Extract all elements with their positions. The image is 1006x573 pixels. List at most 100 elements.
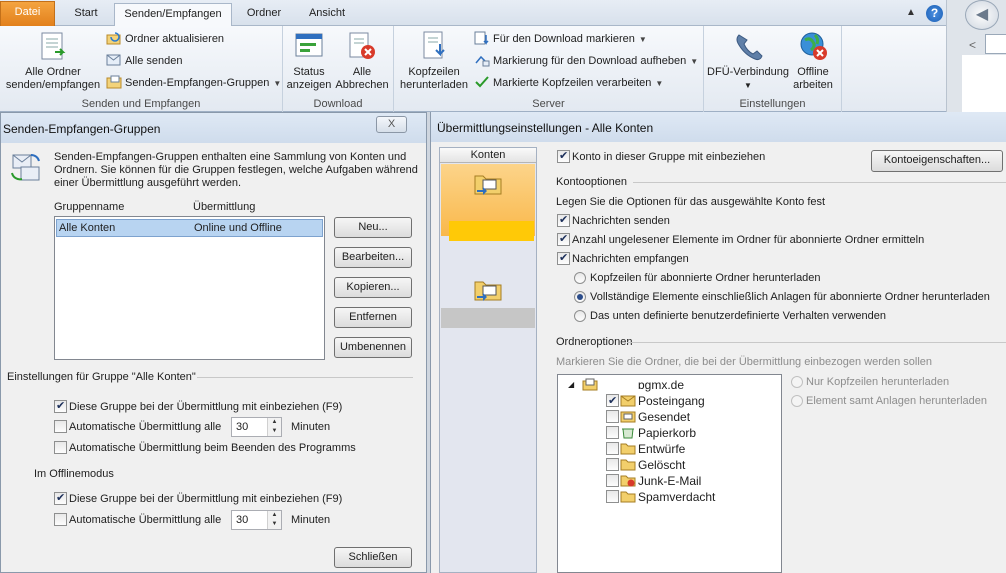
update-folder-button[interactable]: Ordner aktualisieren	[106, 30, 224, 48]
offline-minutes-stepper[interactable]: 30 ▲ ▼	[231, 510, 282, 530]
folder-options-hint: Markieren Sie die Ordner, die bei der Üb…	[556, 356, 933, 368]
copy-button[interactable]: Kopieren...	[334, 277, 412, 298]
divider	[197, 377, 413, 378]
unmark-download-icon	[474, 53, 490, 67]
offline-auto-transfer-checkbox[interactable]	[54, 513, 67, 526]
ribbon: Alle Ordner senden/empfangen Ordner aktu…	[0, 26, 946, 112]
send-receive-groups-dialog: Senden-Empfangen-Gruppen X Senden-Empfan…	[0, 112, 427, 573]
send-mail-checkbox[interactable]	[557, 213, 570, 227]
rename-button[interactable]: Umbenennen	[334, 337, 412, 358]
remove-button[interactable]: Entfernen	[334, 307, 412, 328]
account-properties-button[interactable]: Kontoeigenschaften...	[871, 150, 1003, 172]
inbox-icon	[620, 394, 636, 407]
folder-headers-only-radio[interactable]	[791, 376, 803, 388]
folder-checkbox[interactable]	[606, 442, 619, 455]
tab-senden-empfangen[interactable]: Senden/Empfangen	[114, 3, 232, 27]
list-item[interactable]: Alle Konten Online und Offline	[56, 219, 323, 237]
dialog-description: Senden-Empfangen-Gruppen enthalten eine …	[54, 151, 418, 190]
back-arrow-icon[interactable]: ◀	[965, 0, 999, 30]
divider	[627, 342, 1006, 343]
expand-icon[interactable]: ◢	[568, 377, 574, 393]
tab-datei[interactable]: Datei	[0, 1, 55, 26]
account-folder-icon	[473, 276, 503, 302]
folder-item-papierkorb[interactable]: Papierkorb	[606, 425, 776, 441]
collapse-ribbon-icon[interactable]: ▲	[904, 5, 918, 21]
show-status-button[interactable]: Status anzeigen	[286, 28, 332, 92]
headers-only-radio[interactable]	[574, 272, 586, 284]
download-headers-button[interactable]: Kopfzeilen herunterladen	[398, 28, 470, 92]
account-folder-icon	[473, 170, 503, 196]
work-offline-label: Offline arbeiten	[793, 66, 833, 91]
folder-item-entwuerfe[interactable]: Entwürfe	[606, 441, 776, 457]
folder-checkbox[interactable]	[606, 393, 619, 409]
sent-icon	[620, 410, 636, 423]
folder-checkbox[interactable]	[606, 458, 619, 471]
offline-mode-header: Im Offlinemodus	[34, 468, 114, 480]
tab-start[interactable]: Start	[61, 3, 111, 26]
account-item-selected[interactable]	[441, 164, 535, 241]
folder-checkbox[interactable]	[606, 410, 619, 423]
folder-item-junk[interactable]: Junk-E-Mail	[606, 473, 776, 489]
offline-include-group-checkbox[interactable]	[54, 491, 67, 505]
receive-mail-checkbox[interactable]	[557, 251, 570, 265]
tab-ansicht[interactable]: Ansicht	[297, 3, 357, 26]
unmark-download-button[interactable]: Markierung für den Download aufheben ▼	[474, 52, 698, 70]
update-folder-label: Ordner aktualisieren	[125, 33, 225, 45]
accounts-header: Konten	[440, 148, 536, 163]
include-account-checkbox[interactable]	[557, 149, 570, 163]
folder-full-items-radio[interactable]	[791, 395, 803, 407]
group-settings: DFÜ-Verbindung ▼ Offline arbeiten Einste…	[704, 26, 842, 112]
folder-label: Junk-E-Mail	[638, 474, 702, 488]
mark-download-button[interactable]: Für den Download markieren ▼	[474, 30, 647, 48]
minutes-value: 30	[236, 421, 249, 433]
browser-tab[interactable]	[985, 34, 1006, 54]
send-receive-groups-button[interactable]: Senden-Empfangen-Gruppen ▼	[106, 74, 281, 92]
folder-label: Posteingang	[638, 394, 705, 408]
edit-button[interactable]: Bearbeiten...	[334, 247, 412, 268]
full-items-radio[interactable]	[574, 291, 586, 303]
send-mail-label: Nachrichten senden	[572, 215, 670, 227]
send-all-button[interactable]: Alle senden	[106, 52, 183, 70]
work-offline-button[interactable]: Offline arbeiten	[790, 28, 836, 92]
folder-label: Gesendet	[638, 410, 691, 424]
new-button[interactable]: Neu...	[334, 217, 412, 238]
spin-arrows-icon[interactable]: ▲ ▼	[267, 511, 281, 529]
include-group-checkbox[interactable]	[54, 399, 67, 413]
show-status-label: Status anzeigen	[286, 66, 332, 91]
folder-label: Spamverdacht	[638, 490, 716, 504]
spin-arrows-icon[interactable]: ▲ ▼	[267, 418, 281, 436]
auto-transfer-exit-checkbox[interactable]	[54, 441, 67, 454]
folder-item-posteingang[interactable]: Posteingang	[606, 393, 776, 409]
offline-minutes-label: Minuten	[291, 514, 331, 526]
folder-checkbox[interactable]	[606, 474, 619, 487]
minutes-stepper[interactable]: 30 ▲ ▼	[231, 417, 282, 437]
send-receive-all-button[interactable]: Alle Ordner senden/empfangen	[4, 28, 102, 92]
process-headers-button[interactable]: Markierte Kopfzeilen verarbeiten ▼	[474, 74, 663, 92]
auto-transfer-checkbox[interactable]	[54, 420, 67, 433]
folder-checkbox[interactable]	[606, 426, 619, 439]
folder-item-spamverdacht[interactable]: Spamverdacht	[606, 489, 776, 505]
update-folder-icon	[106, 31, 122, 45]
tab-ordner[interactable]: Ordner	[238, 3, 290, 26]
send-receive-all-icon	[37, 30, 69, 62]
chevron-down-icon: ▼	[690, 57, 699, 66]
folder-item-geloescht[interactable]: Gelöscht	[606, 457, 776, 473]
send-receive-all-label: Alle Ordner senden/empfangen	[5, 66, 101, 91]
dialup-button[interactable]: DFÜ-Verbindung ▼	[706, 28, 790, 92]
folder-checkbox[interactable]	[606, 490, 619, 503]
close-button[interactable]: Schließen	[334, 547, 412, 568]
cancel-all-button[interactable]: Alle Abbrechen	[334, 28, 390, 92]
auto-transfer-exit-label: Automatische Übermittlung beim Beenden d…	[69, 442, 356, 454]
help-icon[interactable]: ?	[926, 5, 943, 22]
folder-item-gesendet[interactable]: Gesendet	[606, 409, 776, 425]
include-group-label: Diese Gruppe bei der Übermittlung mit ei…	[69, 401, 343, 413]
column-header-transfer: Übermittlung	[193, 201, 256, 213]
group-label-send-receive: Senden und Empfangen	[81, 98, 201, 110]
divider	[633, 182, 1006, 183]
group-server: Kopfzeilen herunterladen Für den Downloa…	[394, 26, 704, 112]
close-icon[interactable]: X	[376, 116, 407, 133]
unread-count-checkbox[interactable]	[557, 232, 570, 246]
custom-behavior-radio[interactable]	[574, 310, 586, 322]
account-item[interactable]	[441, 274, 535, 328]
account-options-header: Kontooptionen	[556, 176, 627, 188]
